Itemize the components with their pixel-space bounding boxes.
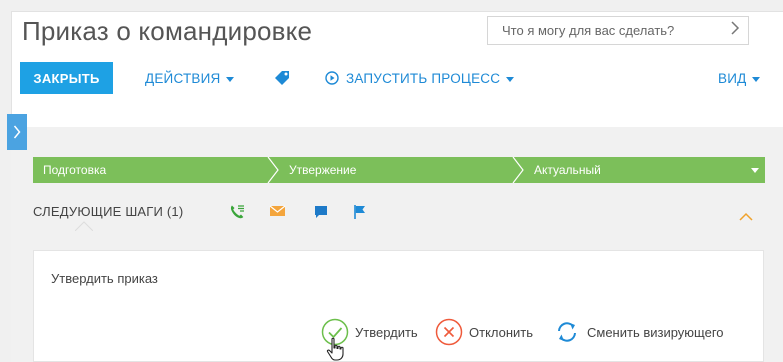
chevron-right-icon bbox=[13, 125, 21, 139]
tag-icon[interactable] bbox=[274, 70, 290, 86]
cross-circle-icon bbox=[435, 318, 463, 346]
reject-button[interactable]: Отклонить bbox=[435, 317, 533, 347]
view-label: ВИД bbox=[718, 70, 747, 86]
chevron-down-icon bbox=[752, 76, 761, 82]
change-approver-label: Сменить визирующего bbox=[587, 324, 724, 340]
approve-label: Утвердить bbox=[355, 324, 418, 340]
toolbar: ЗАКРЫТЬ ДЕЙСТВИЯ ЗАПУСТИТЬ ПРОЦЕСС ВИД bbox=[20, 62, 761, 94]
refresh-icon bbox=[558, 322, 576, 342]
chat-icon[interactable] bbox=[313, 204, 329, 220]
reject-label: Отклонить bbox=[469, 324, 534, 340]
search-input[interactable]: Что я могу для вас сделать? bbox=[487, 16, 749, 45]
next-steps-bar: СЛЕДУЮЩИЕ ШАГИ (1) bbox=[33, 196, 765, 230]
side-panel-toggle[interactable] bbox=[7, 114, 27, 150]
close-button[interactable]: ЗАКРЫТЬ bbox=[20, 62, 113, 94]
stage-separator bbox=[267, 157, 279, 183]
task-title: Утвердить приказ bbox=[51, 271, 158, 286]
search-placeholder: Что я могу для вас сделать? bbox=[502, 23, 675, 38]
next-steps-title[interactable]: СЛЕДУЮЩИЕ ШАГИ (1) bbox=[33, 204, 183, 219]
chevron-down-icon bbox=[506, 76, 515, 82]
run-process-dropdown[interactable]: ЗАПУСТИТЬ ПРОЦЕСС bbox=[325, 62, 515, 94]
actions-label: ДЕЙСТВИЯ bbox=[145, 70, 221, 86]
stage-preparation[interactable]: Подготовка bbox=[43, 157, 106, 183]
chevron-down-icon bbox=[226, 76, 235, 82]
actions-dropdown[interactable]: ДЕЙСТВИЯ bbox=[145, 62, 235, 94]
chevron-down-icon[interactable] bbox=[751, 168, 759, 173]
task-card: Утвердить приказ Утвердить Отклонить Сме… bbox=[33, 250, 764, 362]
call-icon[interactable] bbox=[229, 204, 245, 220]
stage-separator bbox=[512, 157, 524, 183]
chevron-up-icon[interactable] bbox=[739, 208, 753, 226]
tab-pointer bbox=[75, 221, 93, 231]
stage-bar: Подготовка Утвержение Актуальный bbox=[33, 157, 765, 183]
view-dropdown[interactable]: ВИД bbox=[718, 62, 761, 94]
page-title: Приказ о командировке bbox=[22, 16, 313, 46]
flag-icon[interactable] bbox=[352, 204, 368, 220]
run-process-label: ЗАПУСТИТЬ ПРОЦЕСС bbox=[346, 70, 501, 86]
chevron-right-icon[interactable] bbox=[722, 21, 748, 40]
stage-approval[interactable]: Утвержение bbox=[289, 157, 356, 183]
hand-cursor-icon bbox=[326, 337, 344, 361]
change-approver-button[interactable]: Сменить визирующего bbox=[553, 317, 724, 347]
play-circle-icon bbox=[325, 71, 339, 85]
stage-current[interactable]: Актуальный bbox=[534, 157, 601, 183]
email-icon[interactable] bbox=[269, 204, 286, 220]
